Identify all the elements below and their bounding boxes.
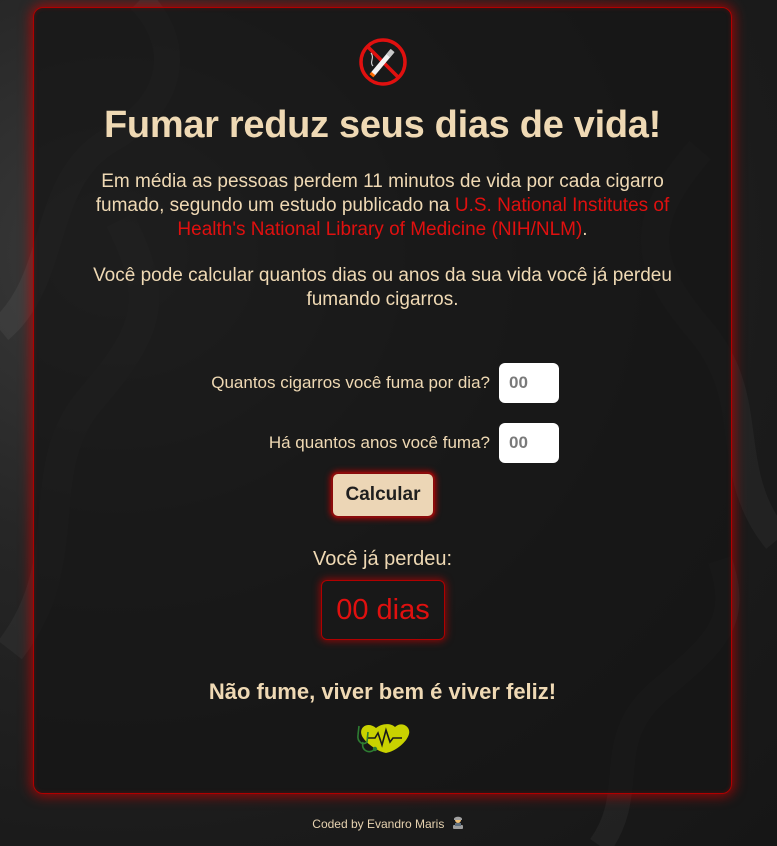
slogan: Não fume, viver bem é viver feliz!: [208, 679, 557, 704]
stethoscope-heart-icon: [357, 724, 410, 753]
years-row: Há quantos anos você fuma?: [269, 423, 559, 463]
intro-end: .: [582, 219, 588, 240]
footer: Coded by Evandro Maris: [0, 816, 777, 831]
page-title: Fumar reduz seus dias de vida!: [104, 104, 661, 146]
years-label: Há quantos anos você fuma?: [268, 433, 490, 452]
years-smoking-input[interactable]: [499, 423, 559, 463]
cigarettes-per-day-input[interactable]: [499, 363, 559, 403]
intro-paragraph: Em média as pessoas perdem 11 minutos de…: [74, 170, 691, 242]
cigarettes-label: Quantos cigarros você fuma por dia?: [211, 373, 490, 392]
calculator-description: Você pode calcular quantos dias ou anos …: [93, 265, 672, 310]
calculate-button[interactable]: Calcular: [331, 472, 435, 518]
no-smoking-icon: [359, 38, 407, 86]
developer-icon: [452, 816, 463, 829]
result-value: 00 dias: [321, 580, 445, 640]
calculator-card: Fumar reduz seus dias de vida! Em média …: [33, 7, 732, 794]
cigarettes-row: Quantos cigarros você fuma por dia?: [211, 363, 559, 403]
footer-credit: Coded by Evandro Maris: [312, 817, 445, 831]
result-label: Você já perdeu:: [313, 548, 452, 570]
